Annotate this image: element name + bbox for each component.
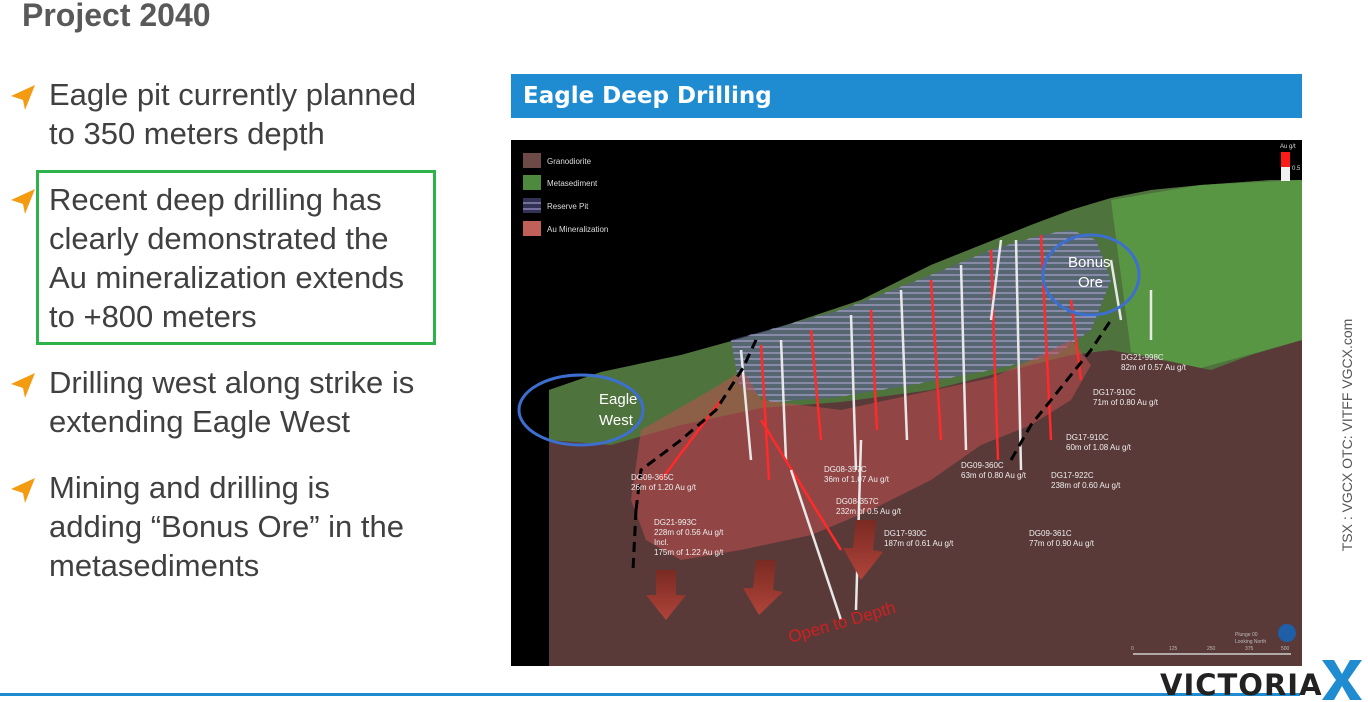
section-svg: Eagle West Bonus Ore Open to Depth Grano… — [517, 144, 1302, 666]
hole-detail: 63m of 0.80 Au g/t — [961, 471, 1027, 480]
colorbar: Au g/t 0.5 — [1280, 144, 1301, 181]
hole-id: DG21-998C — [1121, 353, 1164, 362]
eagle-west-label: West — [599, 412, 634, 429]
hole-detail: 60m of 1.08 Au g/t — [1066, 443, 1132, 452]
bullet-line: adding “Bonus Ore” in the — [49, 509, 404, 544]
hole-id: DG17-922C — [1051, 471, 1094, 480]
bullet-line: Drilling west along strike is — [49, 365, 415, 400]
legend-label: Granodiorite — [547, 157, 592, 166]
hole-detail: 26m of 1.20 Au g/t — [631, 483, 697, 492]
footer-rule — [0, 693, 1300, 696]
bullet-line: metasediments — [49, 548, 260, 583]
compass-icon — [1278, 624, 1296, 642]
bullet-line: Eagle pit currently planned — [49, 77, 417, 112]
colorbar-title: Au g/t — [1280, 144, 1296, 150]
hole-detail: 238m of 0.60 Au g/t — [1051, 481, 1121, 490]
panel-header: Eagle Deep Drilling — [511, 74, 1302, 118]
eagle-west-label: Eagle — [599, 391, 637, 408]
geologic-section-figure: Eagle West Bonus Ore Open to Depth Grano… — [511, 140, 1302, 666]
arrow-bullet-icon — [11, 85, 35, 110]
colorbar-tick: 0.5 — [1292, 166, 1301, 172]
legend-label: Reserve Pit — [547, 202, 589, 211]
bullet-line: clearly demonstrated the — [49, 221, 389, 256]
arrow-bullet-icon — [11, 478, 35, 503]
ticker-text: TSX : VGCX OTC: VITFF VGCX.com — [1339, 318, 1355, 552]
colorbar-low — [1281, 167, 1290, 181]
hole-detail: 175m of 1.22 Au g/t — [654, 548, 724, 557]
bullet-line: to +800 meters — [49, 299, 257, 334]
hole-detail: 232m of 0.5 Au g/t — [836, 507, 902, 516]
scale-tick: 375 — [1245, 646, 1254, 652]
colorbar-high — [1281, 152, 1290, 167]
ticker-sidebar: TSX : VGCX OTC: VITFF VGCX.com — [1337, 290, 1357, 580]
arrow-bullet-icon — [11, 189, 35, 214]
hole-detail: 36m of 1.07 Au g/t — [824, 475, 890, 484]
bonus-ore-label: Ore — [1078, 274, 1103, 291]
scale-tick: 500 — [1281, 646, 1290, 652]
bullet-line: Mining and drilling is — [49, 470, 330, 505]
hole-id: DG17-930C — [884, 529, 927, 538]
legend-label: Au Mineralization — [547, 225, 608, 234]
hole-detail: Incl. — [654, 538, 669, 547]
legend-swatch — [523, 153, 541, 168]
bullet-line: Au mineralization extends — [49, 260, 404, 295]
panel-title: Eagle Deep Drilling — [523, 83, 772, 109]
legend-swatch — [523, 198, 541, 213]
legend: Granodiorite Metasediment Reserve Pit Au… — [523, 153, 608, 236]
hole-id: DG17-910C — [1093, 388, 1136, 397]
legend-label: Metasediment — [547, 179, 598, 188]
bullet-line: extending Eagle West — [49, 404, 351, 439]
hole-detail: 77m of 0.90 Au g/t — [1029, 539, 1095, 548]
hole-id: DG08-357C — [836, 497, 879, 506]
hole-id: DG09-360C — [961, 461, 1004, 470]
hole-detail: 187m of 0.61 Au g/t — [884, 539, 954, 548]
logo-wordmark: VICTORIA — [1160, 668, 1323, 702]
plunge-label: Looking North — [1235, 639, 1266, 645]
hole-id: DG09-361C — [1029, 529, 1072, 538]
legend-swatch — [523, 175, 541, 190]
logo-x-icon — [1322, 660, 1362, 700]
bonus-ore-label: Bonus — [1068, 254, 1111, 271]
arrow-bullet-icon — [11, 373, 35, 398]
hole-id: DG17-910C — [1066, 433, 1109, 442]
hole-id: DG08-357C — [824, 465, 867, 474]
bullet-list: Eagle pit currently planned to 350 meter… — [0, 0, 460, 700]
scale-tick: 125 — [1169, 646, 1178, 652]
scale-tick: 250 — [1207, 646, 1216, 652]
bullet-line: Recent deep drilling has — [49, 182, 382, 217]
victoria-logo: VICTORIA — [1160, 660, 1368, 702]
hole-id: DG09-365C — [631, 473, 674, 482]
scale-tick: 0 — [1131, 646, 1134, 652]
hole-detail: 71m of 0.80 Au g/t — [1093, 398, 1159, 407]
hole-detail: 228m of 0.56 Au g/t — [654, 528, 724, 537]
legend-swatch — [523, 221, 541, 236]
plunge-label: Plunge 00 — [1235, 632, 1258, 638]
hole-detail: 82m of 0.57 Au g/t — [1121, 363, 1187, 372]
bullet-line: to 350 meters depth — [49, 116, 325, 151]
hole-id: DG21-993C — [654, 518, 697, 527]
